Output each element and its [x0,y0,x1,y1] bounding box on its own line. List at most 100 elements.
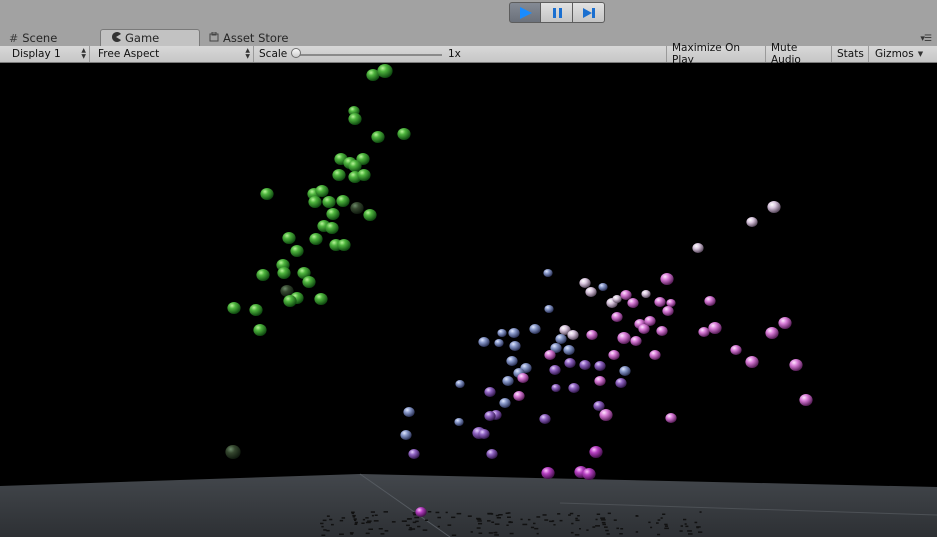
floor-speck [635,531,639,533]
sphere [484,411,496,421]
floor-speck [575,517,578,520]
sphere [371,131,385,143]
floor-speck [491,521,495,523]
scale-slider-track[interactable] [298,54,442,56]
sphere [564,358,576,368]
floor-speck [365,532,370,535]
floor-speck [422,529,428,531]
floor-speck [365,521,371,524]
pause-icon [552,7,562,18]
floor-speck [435,511,440,514]
sphere [563,345,575,355]
tab-scene-label: Scene [22,31,58,45]
floor-speck [544,519,549,521]
aspect-dropdown[interactable]: Free Aspect ▲ ▼ [92,46,254,62]
floor-speck [367,520,372,522]
floor-speck [494,534,499,536]
scale-slider-thumb[interactable] [291,48,301,58]
pause-button[interactable] [541,2,573,23]
sphere [225,445,241,459]
sphere [494,339,504,347]
floor-speck [495,514,500,517]
floor-speck [542,514,547,516]
floor-speck [341,517,346,519]
floor-speck [488,532,493,534]
floor-speck [351,512,355,515]
sphere [619,366,631,376]
sphere [698,327,710,337]
display-dropdown[interactable]: Display 1 ▲ ▼ [4,46,90,62]
sphere [336,195,350,207]
floor-speck [350,533,353,535]
floor-speck [635,515,639,517]
sphere [314,293,328,305]
sphere [617,332,631,344]
floor-speck [657,533,661,536]
floor-speck [494,523,500,525]
floor-speck [530,526,535,529]
floor-speck [527,518,531,521]
sphere [692,243,704,253]
floor-speck [321,525,324,528]
step-button[interactable] [573,2,605,23]
floor-speck [414,516,420,519]
sphere [277,267,291,279]
sphere [260,188,274,200]
sphere [363,209,377,221]
floor-speck [447,524,452,526]
floor-speck [536,516,541,518]
tab-asset-store[interactable]: Asset Store [209,30,289,46]
floor-speck [380,533,385,535]
floor-speck [613,519,617,521]
floor-speck [571,522,574,525]
sphere [308,196,322,208]
tab-game-label: Game [125,31,160,45]
floor-speck [684,523,687,525]
panel-menu-icon[interactable]: ▾☰ [920,34,932,44]
tab-asset-store-label: Asset Store [223,31,289,45]
floor-speck [326,529,330,532]
maximize-on-play-toggle[interactable]: Maximize On Play [666,42,766,66]
floor-speck [476,518,482,520]
floor-speck [467,515,472,517]
floor-speck [417,525,421,528]
gizmos-dropdown[interactable]: Gizmos ▼ [870,46,932,62]
floor-speck [687,530,692,532]
sphere [337,239,351,251]
tab-game[interactable]: Game [100,29,200,46]
floor-speck [506,524,509,526]
floor-speck [559,519,563,522]
floor-speck [699,511,702,513]
sphere [746,217,758,227]
floor-speck [507,516,511,518]
floor-speck [579,528,581,530]
sphere [253,324,267,336]
floor-speck [553,524,556,526]
sphere [608,350,620,360]
stats-toggle[interactable]: Stats [832,46,869,62]
floor-speck [383,511,388,513]
sphere-cloud [225,64,813,517]
play-button[interactable] [509,2,541,23]
game-viewport[interactable] [0,63,937,537]
floor-speck [607,512,611,515]
floor-speck [657,519,661,521]
floor-speck [604,526,608,528]
tab-scene[interactable]: # Scene [9,30,57,46]
sphere [517,373,529,383]
floor-speck [368,528,373,530]
updown-arrows-icon: ▲ ▼ [81,47,86,60]
floor-speck [570,531,574,534]
floor-speck [355,522,358,525]
mute-audio-toggle[interactable]: Mute Audio [766,42,832,66]
sphere [654,297,666,307]
floor-speck [326,515,330,517]
floor-speck [600,517,606,519]
floor-speck [656,522,659,524]
sphere [579,278,591,288]
floor-speck [601,521,606,524]
sphere [403,407,415,417]
floor-speck [331,523,334,526]
sphere [549,365,561,375]
floor-plane [0,474,937,537]
